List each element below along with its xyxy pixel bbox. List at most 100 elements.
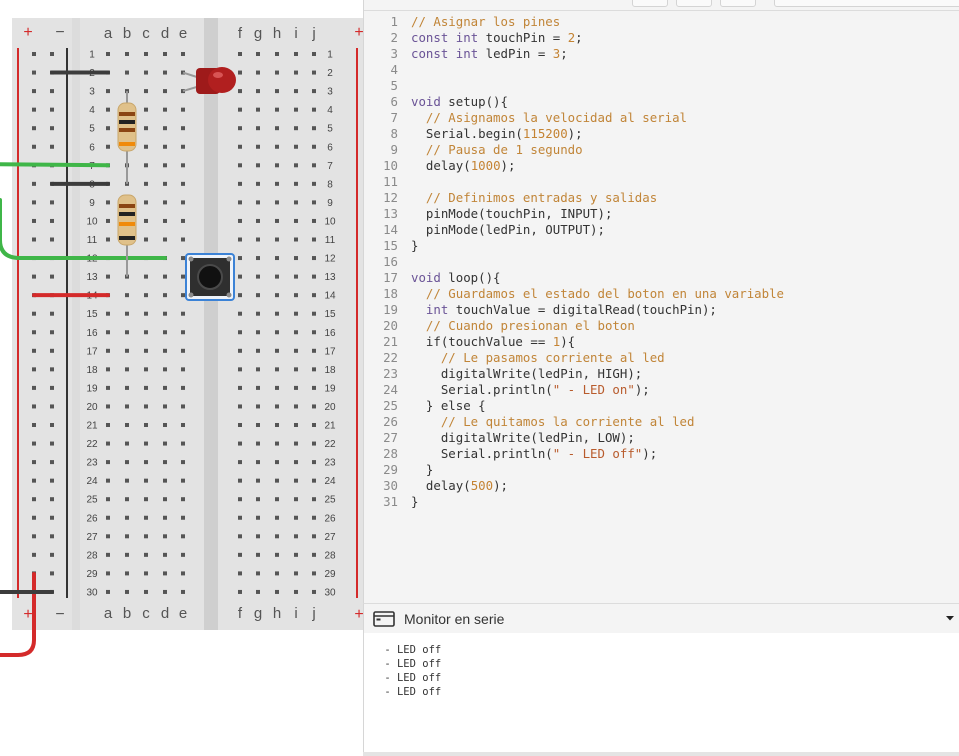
toolbar-button[interactable] [632,0,668,7]
hole[interactable] [294,589,298,594]
hole[interactable] [181,478,185,483]
hole[interactable] [163,534,167,539]
hole[interactable] [256,274,260,279]
rail-hole[interactable] [50,385,54,390]
hole[interactable] [256,552,260,557]
hole[interactable] [256,385,260,390]
hole[interactable] [181,571,185,576]
hole[interactable] [106,348,110,353]
code-editor[interactable]: 1 // Asignar los pines 2 const int touchPin… [363,0,959,603]
hole[interactable] [238,293,242,298]
hole[interactable] [125,404,129,409]
hole[interactable] [144,89,148,94]
code-text-area[interactable]: 1 // Asignar los pines 2 const int touchPin… [364,14,959,603]
hole[interactable] [294,144,298,149]
hole[interactable] [275,107,279,112]
rail-hole[interactable] [50,552,54,557]
rail-hole[interactable] [32,441,36,446]
hole[interactable] [163,107,167,112]
rail-hole[interactable] [50,571,54,576]
rail-hole[interactable] [32,144,36,149]
hole[interactable] [125,423,129,427]
hole[interactable] [238,534,242,539]
breadboard-svg[interactable]: +−+−++aabbccddeeffgghhiijj11223344556677… [0,0,363,756]
hole[interactable] [125,460,129,465]
code-line[interactable]: 7 // Asignamos la velocidad al serial [364,110,959,126]
hole[interactable] [256,293,260,298]
hole[interactable] [144,218,148,223]
hole[interactable] [312,497,316,502]
hole[interactable] [256,441,260,446]
hole[interactable] [294,367,298,372]
hole[interactable] [312,460,316,465]
rail-hole[interactable] [32,478,36,483]
code-line[interactable]: 16 [364,254,959,270]
rail-hole[interactable] [32,126,36,131]
hole[interactable] [312,404,316,409]
hole[interactable] [144,589,148,594]
hole[interactable] [275,385,279,390]
hole[interactable] [163,385,167,390]
hole[interactable] [125,293,129,298]
hole[interactable] [144,311,148,316]
code-line[interactable]: 29 } [364,462,959,478]
hole[interactable] [312,163,316,168]
rail-hole[interactable] [50,330,54,335]
hole[interactable] [125,348,129,353]
hole[interactable] [275,200,279,205]
hole[interactable] [144,478,148,483]
hole[interactable] [275,70,279,75]
hole[interactable] [312,144,316,149]
rail-hole[interactable] [32,330,36,335]
hole[interactable] [312,348,316,353]
hole[interactable] [144,330,148,335]
hole[interactable] [275,497,279,502]
hole[interactable] [144,70,148,75]
pushbutton-cap[interactable] [197,264,223,290]
hole[interactable] [181,200,185,205]
hole[interactable] [238,274,242,279]
hole[interactable] [275,589,279,594]
hole[interactable] [181,404,185,409]
hole[interactable] [106,144,110,149]
hole[interactable] [144,571,148,576]
hole[interactable] [275,423,279,427]
hole[interactable] [275,515,279,520]
hole[interactable] [144,293,148,298]
hole[interactable] [294,423,298,427]
hole[interactable] [275,330,279,335]
hole[interactable] [163,497,167,502]
hole[interactable] [181,144,185,149]
hole[interactable] [294,311,298,316]
hole[interactable] [275,218,279,223]
hole[interactable] [163,460,167,465]
green-wire-pin2[interactable] [0,162,110,168]
hole[interactable] [275,367,279,372]
hole[interactable] [181,181,185,186]
hole[interactable] [181,497,185,502]
rail-hole[interactable] [50,497,54,502]
hole[interactable] [294,460,298,465]
rail-hole[interactable] [32,497,36,502]
hole[interactable] [125,515,129,520]
hole[interactable] [163,293,167,298]
hole[interactable] [144,441,148,446]
hole[interactable] [294,441,298,446]
hole[interactable] [181,367,185,372]
hole[interactable] [294,534,298,539]
hole[interactable] [294,52,298,56]
rail-hole[interactable] [50,52,54,56]
hole[interactable] [125,52,129,56]
rail-hole[interactable] [50,515,54,520]
hole[interactable] [256,52,260,56]
hole[interactable] [238,126,242,131]
rail-hole[interactable] [32,460,36,465]
hole[interactable] [294,478,298,483]
rail-hole[interactable] [50,423,54,427]
hole[interactable] [163,163,167,168]
hole[interactable] [181,293,185,298]
hole[interactable] [163,181,167,186]
hole[interactable] [106,89,110,94]
hole[interactable] [256,515,260,520]
hole[interactable] [256,126,260,131]
